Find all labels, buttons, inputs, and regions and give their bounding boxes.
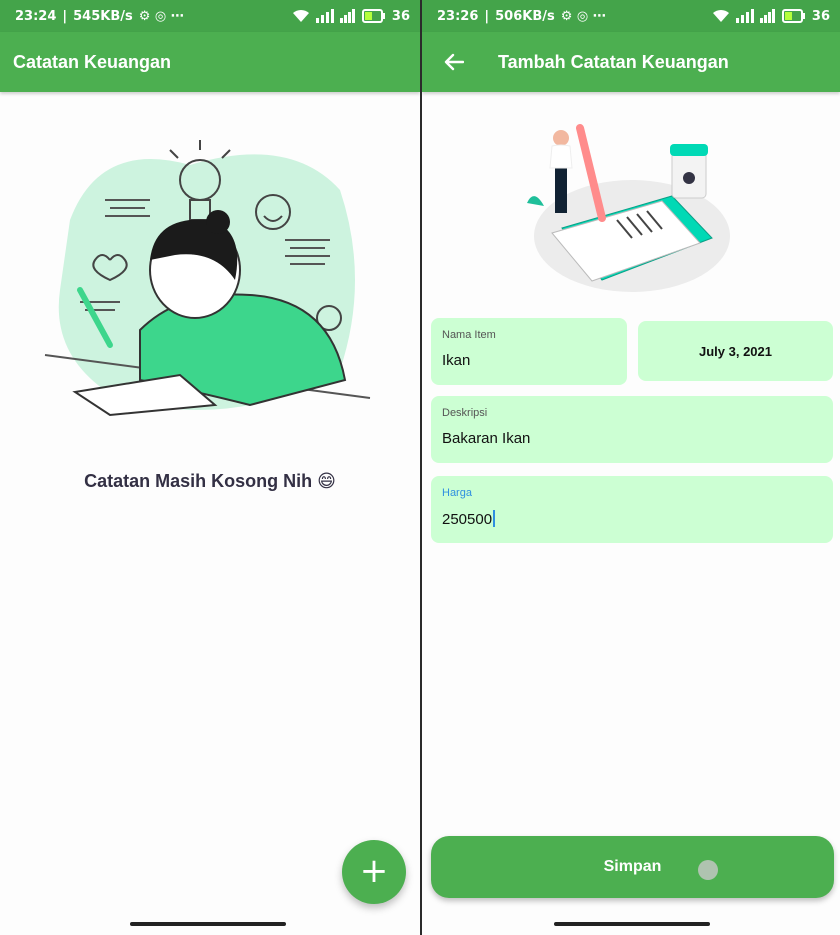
harga-value: 250500 — [442, 511, 493, 528]
deskripsi-value: Bakaran Ikan — [442, 430, 531, 447]
status-bar: 23:26 | 506KB/s ⚙ ◎ ⋯ 36 — [422, 0, 840, 32]
home-indicator[interactable] — [130, 922, 286, 926]
nama-item-field[interactable]: Nama Item Ikan — [431, 318, 627, 385]
app-bar: Tambah Catatan Keuangan — [422, 32, 840, 92]
status-time: 23:26 — [437, 8, 479, 24]
date-picker-button[interactable]: July 3, 2021 — [638, 321, 833, 381]
plus-icon: + — [359, 851, 389, 891]
screenshot-stage: 23:24 | 545KB/s ⚙ ◎ ⋯ 36 Catatan Keuanga… — [0, 0, 840, 935]
save-button-label: Simpan — [603, 858, 662, 875]
date-value: July 3, 2021 — [699, 343, 772, 359]
signal-icon — [315, 9, 334, 23]
add-note-button[interactable]: + — [342, 840, 406, 904]
status-icons: ⚙ ◎ ⋯ — [138, 8, 184, 24]
add-note-screen: 23:26 | 506KB/s ⚙ ◎ ⋯ 36 Tambah Catatan … — [422, 0, 840, 935]
wifi-icon — [712, 9, 729, 22]
app-bar: Catatan Keuangan — [0, 32, 420, 92]
harga-value-wrap: 250500 — [442, 510, 496, 528]
harga-field[interactable]: Harga 250500 — [431, 476, 833, 543]
grinning-emoji-icon: 😄 — [317, 471, 336, 492]
home-indicator[interactable] — [554, 922, 710, 926]
nama-item-value: Ikan — [442, 352, 471, 369]
battery-level: 36 — [391, 8, 410, 24]
save-button[interactable]: Simpan — [431, 836, 834, 898]
status-bar: 23:24 | 545KB/s ⚙ ◎ ⋯ 36 — [0, 0, 420, 32]
signal-icon-2 — [339, 9, 355, 23]
page-title: Tambah Catatan Keuangan — [498, 51, 729, 72]
signal-icon — [735, 9, 754, 23]
arrow-left-icon — [444, 53, 464, 71]
empty-state-message: Catatan Masih Kosong Nih 😄 — [84, 471, 336, 492]
text-cursor — [493, 510, 496, 527]
battery-icon — [361, 9, 385, 23]
status-speed: 506KB/s — [495, 8, 555, 24]
status-speed: 545KB/s — [73, 8, 133, 24]
battery-icon — [781, 9, 805, 23]
home-screen: 23:24 | 545KB/s ⚙ ◎ ⋯ 36 Catatan Keuanga… — [0, 0, 420, 935]
status-time: 23:24 — [15, 8, 57, 24]
deskripsi-field[interactable]: Deskripsi Bakaran Ikan — [431, 396, 833, 463]
wifi-icon — [292, 9, 309, 22]
deskripsi-label: Deskripsi — [442, 407, 488, 419]
nama-item-label: Nama Item — [442, 329, 496, 341]
empty-state-illustration — [44, 140, 371, 417]
notebook-illustration — [527, 124, 730, 292]
page-title: Catatan Keuangan — [13, 51, 172, 72]
battery-level: 36 — [811, 8, 830, 24]
signal-icon-2 — [759, 9, 775, 23]
back-button[interactable] — [440, 48, 468, 76]
status-icons: ⚙ ◎ ⋯ — [560, 8, 606, 24]
harga-label: Harga — [442, 487, 472, 499]
touch-ripple — [698, 860, 718, 880]
